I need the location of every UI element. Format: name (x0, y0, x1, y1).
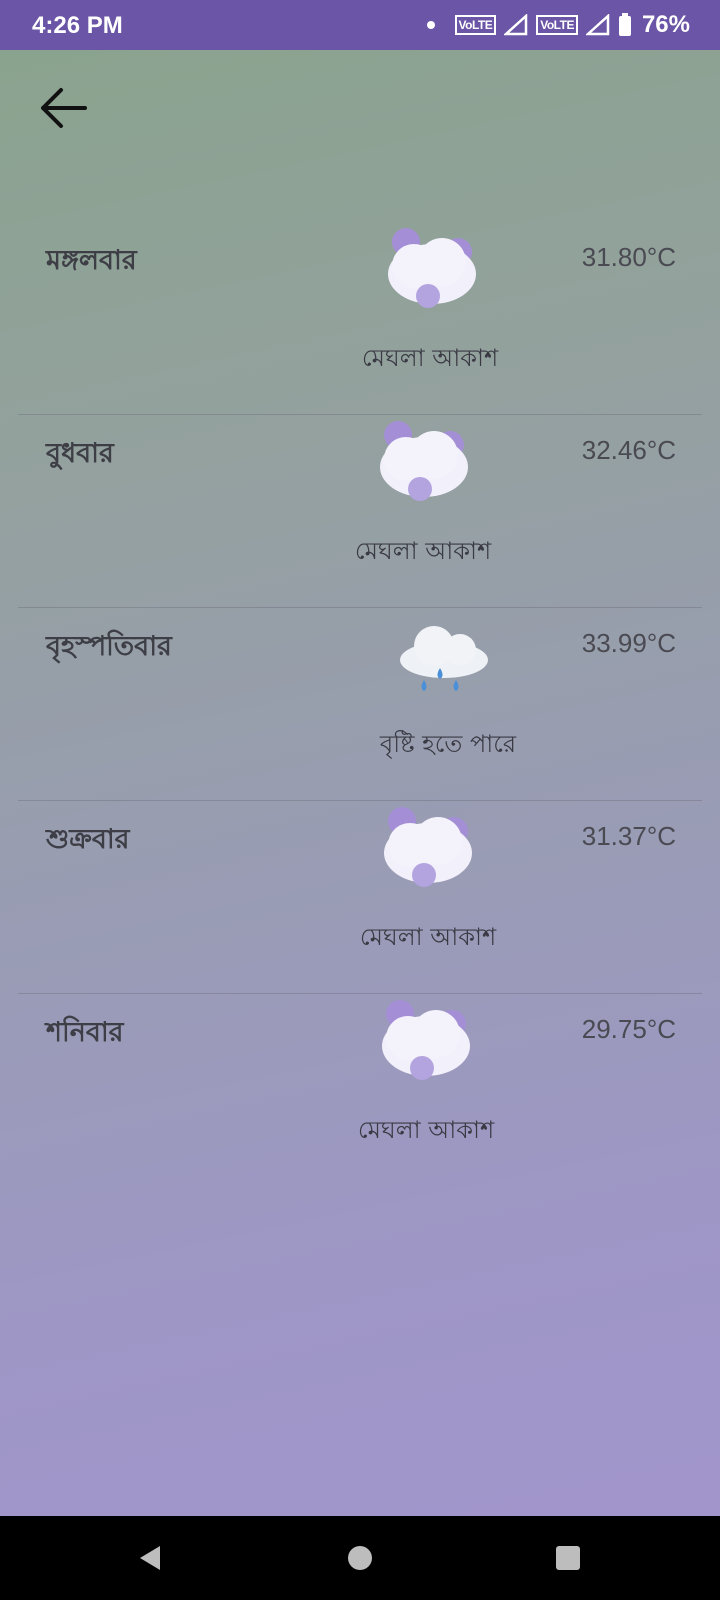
status-time: 4:26 PM (32, 12, 123, 39)
battery-icon (618, 13, 631, 36)
battery-percent: 76% (641, 11, 690, 38)
weather-description: বৃষ্টি হতে পারে (379, 730, 517, 758)
forecast-row: বৃহস্পতিবার বৃষ্টি হতে পারে 33.99°C (18, 608, 702, 801)
back-button[interactable] (32, 78, 92, 138)
weather-description: মেঘলা আকাশ (357, 1116, 495, 1144)
day-name: মঙ্গলবার (46, 245, 137, 276)
temperature: 31.37°C (581, 821, 676, 851)
cloudy-icon (380, 421, 468, 501)
day-name: বৃহস্পতিবার (46, 631, 172, 662)
temperature: 32.46°C (581, 435, 676, 465)
signal-4g-icon (585, 14, 610, 36)
weather-description: মেঘলা আকাশ (361, 344, 499, 372)
navigation-bar (0, 1516, 720, 1600)
status-icons: VoLTE VoLTE 76% (426, 11, 690, 39)
notification-dot-icon (426, 21, 435, 29)
nav-home-icon[interactable] (342, 1540, 378, 1576)
temperature: 33.99°C (581, 628, 676, 658)
volte-icon-2: VoLTE (536, 15, 578, 35)
signal-icon (504, 14, 528, 36)
day-name: বুধবার (46, 438, 114, 469)
cloudy-icon (384, 807, 472, 887)
rain-cloud-icon (400, 626, 488, 691)
weather-description: মেঘলা আকাশ (354, 537, 492, 565)
cloudy-icon (382, 1000, 470, 1080)
forecast-row: শনিবার মেঘলা আকাশ 29.75°C (18, 994, 702, 1187)
forecast-row: বুধবার মেঘলা আকাশ 32.46°C (18, 415, 702, 608)
forecast-row: শুক্রবার মেঘলা আকাশ 31.37°C (18, 801, 702, 994)
status-bar: 4:26 PM VoLTE VoLTE 76% (0, 0, 720, 50)
day-name: শুক্রবার (46, 824, 130, 855)
temperature: 31.80°C (581, 242, 676, 272)
forecast-row: মঙ্গলবার মেঘলা আকাশ 31.80°C (18, 222, 702, 415)
cloudy-icon (388, 228, 476, 308)
day-name: শনিবার (46, 1017, 124, 1048)
nav-back-icon[interactable] (132, 1540, 168, 1576)
forecast-screen: মঙ্গলবার মেঘলা আকাশ 31.80°C বুধবার মেঘলা… (0, 50, 720, 1516)
arrow-left-icon (41, 88, 87, 128)
temperature: 29.75°C (581, 1014, 676, 1044)
weather-description: মেঘলা আকাশ (359, 923, 497, 951)
volte-icon: VoLTE (454, 15, 497, 35)
nav-recents-icon[interactable] (550, 1540, 586, 1576)
